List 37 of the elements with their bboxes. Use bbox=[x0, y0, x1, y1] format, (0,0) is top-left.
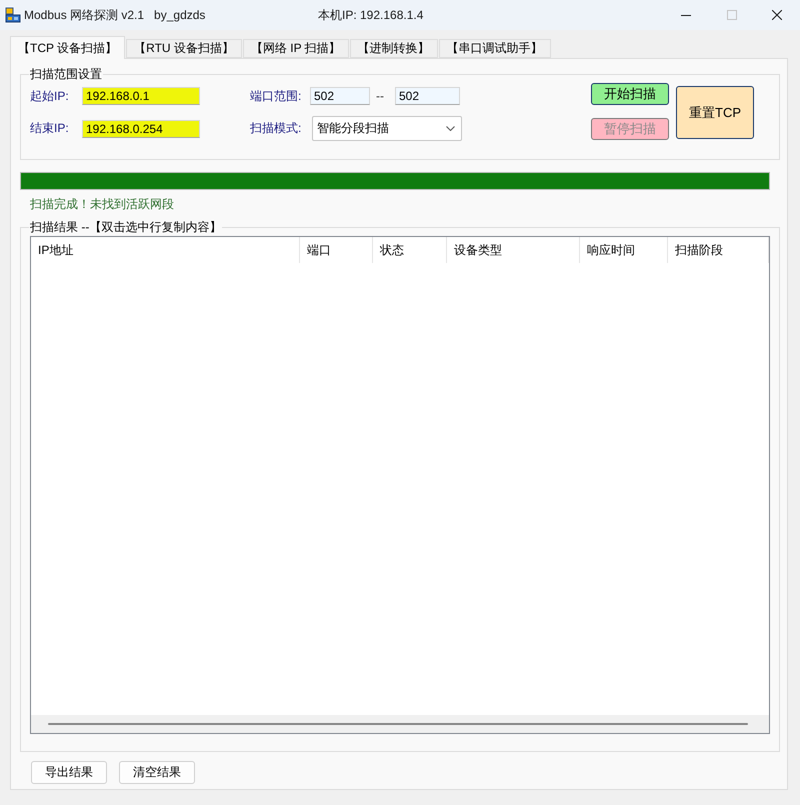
column-header[interactable]: IP地址 bbox=[31, 237, 300, 263]
column-header[interactable]: 状态 bbox=[373, 237, 447, 263]
scan-mode-dropdown[interactable]: 智能分段扫描 bbox=[312, 116, 462, 141]
export-results-button[interactable]: 导出结果 bbox=[31, 761, 107, 784]
tab[interactable]: 【TCP 设备扫描】 bbox=[10, 36, 126, 59]
minimize-icon[interactable] bbox=[681, 14, 691, 16]
column-header[interactable]: 端口 bbox=[300, 237, 373, 263]
chevron-down-icon bbox=[446, 126, 455, 131]
field-label: 端口范围: bbox=[250, 88, 302, 104]
column-header[interactable]: 设备类型 bbox=[447, 237, 580, 263]
column-header[interactable]: 扫描阶段 bbox=[668, 237, 769, 263]
app-icon bbox=[5, 7, 21, 23]
column-header[interactable]: 响应时间 bbox=[580, 237, 668, 263]
group-title: 扫描结果 --【双击选中行复制内容】 bbox=[29, 220, 222, 234]
start-scan-button[interactable]: 开始扫描 bbox=[591, 83, 669, 105]
tab[interactable]: 【网络 IP 扫描】 bbox=[242, 39, 349, 58]
clear-results-button[interactable]: 清空结果 bbox=[119, 761, 195, 784]
tab[interactable]: 【进制转换】 bbox=[350, 39, 438, 58]
status-message: 扫描完成！未找到活跃网段 bbox=[30, 196, 174, 213]
field-label: 结束IP: bbox=[30, 120, 69, 137]
port-input-field[interactable]: 502 bbox=[310, 87, 370, 105]
ip-input-field[interactable]: 192.168.0.254 bbox=[82, 120, 200, 138]
field-label: 起始IP: bbox=[30, 88, 69, 104]
tab[interactable]: 【串口调试助手】 bbox=[438, 39, 551, 58]
ip-input-field[interactable]: 192.168.0.1 bbox=[82, 87, 200, 105]
range-separator: -- bbox=[375, 89, 385, 103]
field-label: 扫描模式: bbox=[250, 120, 302, 137]
scrollbar-thumb[interactable] bbox=[48, 723, 748, 725]
horizontal-scrollbar[interactable] bbox=[31, 715, 769, 733]
group-title: 扫描范围设置 bbox=[29, 67, 103, 81]
tab[interactable]: 【RTU 设备扫描】 bbox=[126, 39, 242, 58]
reset-tcp-button[interactable]: 重置TCP bbox=[676, 86, 754, 139]
results-list[interactable]: IP地址 端口 状态 设备类型 响应时间 扫描阶段 bbox=[30, 236, 770, 734]
window-title: Modbus 网络探测 v2.1 by_gdzds bbox=[24, 6, 206, 24]
close-icon[interactable] bbox=[772, 10, 782, 20]
port-input-field[interactable]: 502 bbox=[395, 87, 460, 105]
local-ip-label: 本机IP: 192.168.1.4 bbox=[318, 6, 424, 24]
